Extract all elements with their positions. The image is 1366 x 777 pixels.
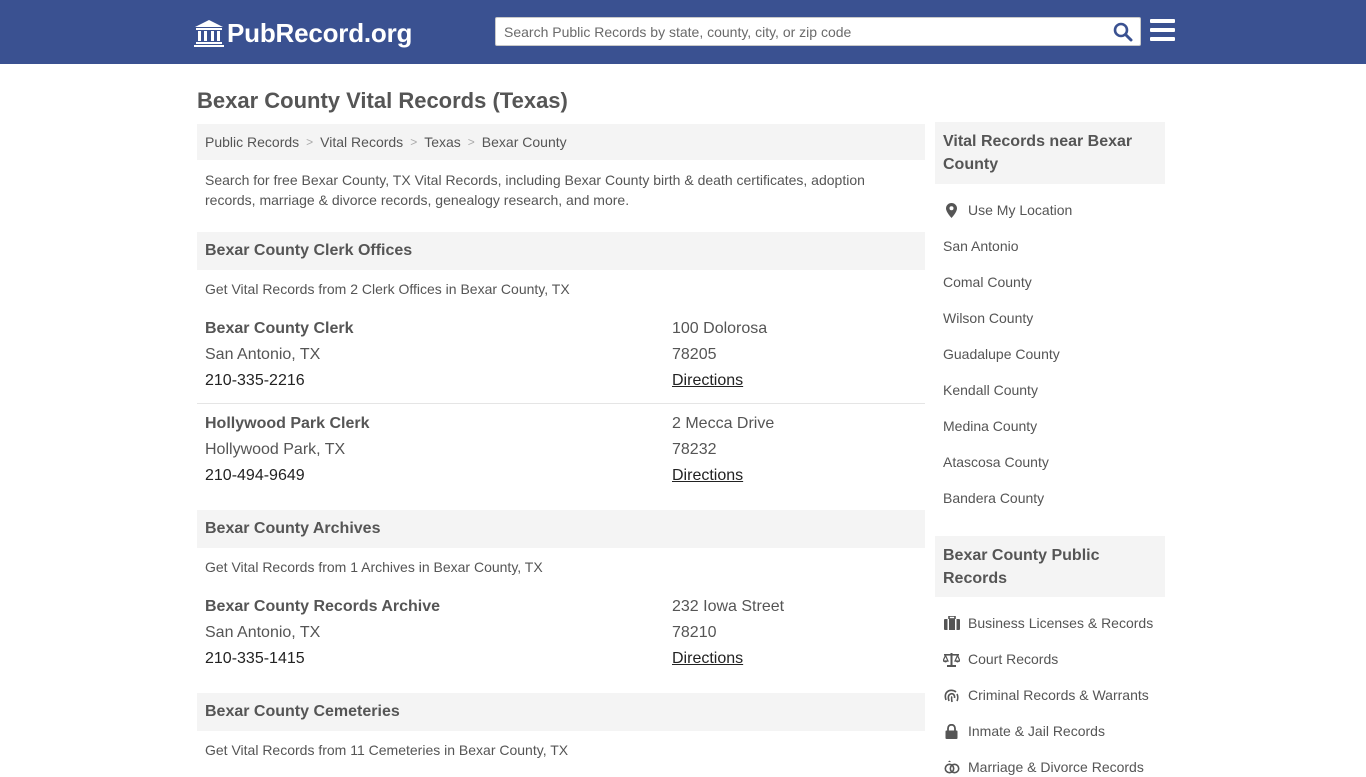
courthouse-icon: [194, 20, 224, 47]
breadcrumb-separator: >: [467, 135, 475, 149]
office-zip: 78205: [672, 346, 717, 363]
intro-text: Search for free Bexar County, TX Vital R…: [205, 172, 865, 208]
logo-text: PubRecord.org: [227, 17, 413, 48]
breadcrumb: Public Records > Vital Records > Texas >…: [197, 124, 925, 160]
site-logo[interactable]: PubRecord.org: [194, 17, 412, 49]
map-marker-icon: [943, 202, 960, 218]
office-entry: Hollywood Park Clerk Hollywood Park, TX …: [197, 411, 925, 491]
directions-link[interactable]: Directions: [672, 372, 743, 389]
sidebar-item-kendall-county[interactable]: Kendall County: [943, 380, 1038, 400]
search-input[interactable]: [496, 18, 1106, 45]
sidebar-item-court-records[interactable]: Court Records: [943, 649, 1058, 669]
scales-icon: [943, 651, 960, 667]
breadcrumb-separator: >: [306, 135, 314, 149]
sidebar-item-label: Marriage & Divorce Records: [968, 759, 1144, 775]
sidebar-item-business-licenses[interactable]: Business Licenses & Records: [943, 613, 1153, 633]
section-subtitle-archives: Get Vital Records from 1 Archives in Bex…: [205, 559, 543, 575]
breadcrumb-bexar-county[interactable]: Bexar County: [482, 134, 567, 150]
menu-bar-icon: [1150, 28, 1175, 32]
sidebar-item-medina-county[interactable]: Medina County: [943, 416, 1037, 436]
office-address: 232 Iowa Street: [672, 598, 785, 615]
sidebar-item-label: Business Licenses & Records: [968, 615, 1154, 631]
rings-icon: [943, 759, 960, 775]
lock-icon: [943, 723, 960, 739]
sidebar-item-san-antonio[interactable]: San Antonio: [943, 236, 1019, 256]
sidebar-heading-nearby: Vital Records near Bexar County: [935, 122, 1165, 184]
breadcrumb-vital-records[interactable]: Vital Records: [320, 134, 403, 150]
hamburger-menu-button[interactable]: [1150, 19, 1175, 43]
section-subtitle-clerk-offices: Get Vital Records from 2 Clerk Offices i…: [205, 281, 570, 297]
office-name: Bexar County Records Archive: [205, 598, 441, 615]
menu-bar-icon: [1150, 37, 1175, 41]
sidebar-item-label: Inmate & Jail Records: [968, 723, 1105, 739]
sidebar-item-marriage-divorce-records[interactable]: Marriage & Divorce Records: [943, 757, 1144, 777]
sidebar-item-bandera-county[interactable]: Bandera County: [943, 488, 1044, 508]
directions-link[interactable]: Directions: [672, 650, 743, 667]
office-name: Hollywood Park Clerk: [205, 415, 370, 432]
office-zip: 78210: [672, 624, 717, 641]
sidebar-item-inmate-jail-records[interactable]: Inmate & Jail Records: [943, 721, 1105, 741]
sidebar-heading-public-records: Bexar County Public Records: [935, 536, 1165, 597]
section-heading-cemeteries: Bexar County Cemeteries: [197, 693, 925, 731]
page-title: Bexar County Vital Records (Texas): [197, 88, 568, 113]
office-city: Hollywood Park, TX: [205, 441, 346, 458]
briefcase-icon: [943, 615, 960, 631]
office-phone[interactable]: 210-335-1415: [205, 646, 440, 672]
search-button[interactable]: [1112, 21, 1134, 43]
office-city: San Antonio, TX: [205, 624, 321, 641]
sidebar-item-label: Court Records: [968, 651, 1059, 667]
breadcrumb-texas[interactable]: Texas: [424, 134, 461, 150]
sidebar-item-guadalupe-county[interactable]: Guadalupe County: [943, 344, 1060, 364]
sidebar-item-atascosa-county[interactable]: Atascosa County: [943, 452, 1049, 472]
office-phone[interactable]: 210-335-2216: [205, 368, 354, 394]
office-entry: Bexar County Clerk San Antonio, TX 210-3…: [197, 316, 925, 404]
sidebar-item-comal-county[interactable]: Comal County: [943, 272, 1032, 292]
sidebar-item-label: Criminal Records & Warrants: [968, 687, 1149, 703]
office-zip: 78232: [672, 441, 717, 458]
sidebar-item-label: Use My Location: [968, 202, 1073, 218]
breadcrumb-separator: >: [410, 135, 418, 149]
sidebar-item-wilson-county[interactable]: Wilson County: [943, 308, 1033, 328]
sidebar-item-use-my-location[interactable]: Use My Location: [943, 200, 1072, 220]
sidebar-item-criminal-records[interactable]: Criminal Records & Warrants: [943, 685, 1149, 705]
search-icon: [1113, 22, 1133, 42]
office-address: 100 Dolorosa: [672, 320, 768, 337]
office-phone[interactable]: 210-494-9649: [205, 463, 370, 489]
breadcrumb-public-records[interactable]: Public Records: [205, 134, 299, 150]
office-name: Bexar County Clerk: [205, 320, 354, 337]
office-address: 2 Mecca Drive: [672, 415, 775, 432]
fingerprint-icon: [943, 687, 960, 703]
office-city: San Antonio, TX: [205, 346, 321, 363]
search-box: [495, 17, 1141, 46]
menu-bar-icon: [1150, 19, 1175, 23]
section-subtitle-cemeteries: Get Vital Records from 11 Cemeteries in …: [205, 742, 569, 758]
section-heading-clerk-offices: Bexar County Clerk Offices: [197, 232, 925, 270]
section-heading-archives: Bexar County Archives: [197, 510, 925, 548]
directions-link[interactable]: Directions: [672, 467, 743, 484]
site-header: PubRecord.org: [0, 0, 1366, 64]
office-entry: Bexar County Records Archive San Antonio…: [197, 594, 925, 674]
